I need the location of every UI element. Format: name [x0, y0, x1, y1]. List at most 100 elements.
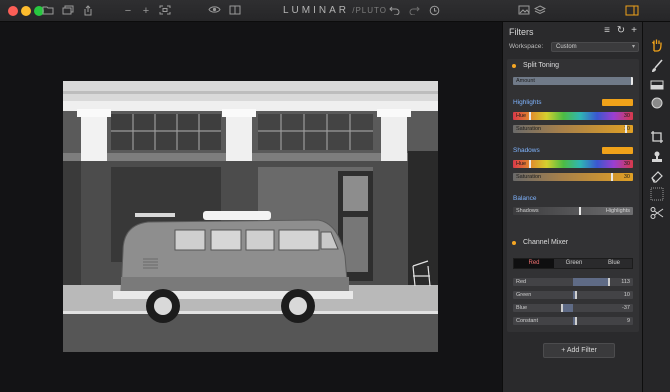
red-channel-label: Red [516, 279, 527, 285]
shadows-hue-slider[interactable]: Hue 30 [513, 160, 633, 168]
shadows-saturation-value: 30 [623, 174, 630, 180]
red-channel-fill [573, 278, 609, 286]
window-close-button[interactable] [8, 6, 18, 16]
balance-handle[interactable] [579, 207, 581, 215]
add-filter-button[interactable]: + Add Filter [543, 343, 615, 358]
green-channel-label: Green [516, 292, 532, 298]
split-toning-header[interactable]: Split Toning [507, 59, 639, 73]
shadows-hue-handle[interactable] [529, 160, 531, 168]
photo-image [63, 81, 438, 352]
shadows-color-swatch[interactable] [602, 147, 633, 154]
split-toning-title: Split Toning [523, 62, 560, 69]
refresh-icon[interactable]: ↻ [615, 25, 627, 37]
blue-channel-value: -37 [622, 305, 630, 311]
split-toning-card: Split Toning Amount Highlights Hue 30 Sa… [507, 59, 639, 250]
highlights-saturation-label: Saturation [516, 126, 542, 132]
shadows-saturation-handle[interactable] [611, 173, 613, 181]
filters-panel: Filters ≡ ↻ + Workspace: Custom ▾ Split … [502, 22, 642, 392]
zoom-out-icon[interactable]: − [120, 4, 136, 18]
green-channel-slider[interactable]: Green 10 [513, 291, 633, 299]
panel-title: Filters [509, 27, 534, 37]
highlights-hue-slider[interactable]: Hue 30 [513, 112, 633, 120]
highlights-saturation-slider[interactable]: Saturation 10 [513, 125, 633, 133]
shadows-hue-label: Hue [516, 161, 527, 167]
balance-label: Balance [513, 195, 537, 202]
stack-icon[interactable] [532, 4, 548, 18]
transform-icon[interactable] [650, 206, 664, 220]
red-channel-handle[interactable] [608, 278, 610, 286]
gradient-icon[interactable] [650, 79, 664, 93]
highlights-label: Highlights [513, 99, 542, 106]
add-filter-label: Add Filter [566, 347, 597, 354]
eraser-icon[interactable] [650, 169, 664, 183]
fit-screen-icon[interactable] [157, 4, 173, 18]
hand-icon[interactable] [650, 38, 664, 52]
zoom-in-icon[interactable]: + [138, 4, 154, 18]
workspace-select[interactable]: Custom ▾ [551, 42, 639, 52]
photo-preview [63, 81, 438, 352]
window-minimize-button[interactable] [21, 6, 31, 16]
shadows-label: Shadows [513, 147, 540, 154]
channel-tabs: Red Green Blue [513, 258, 633, 269]
filters-panel-toggle-icon[interactable] [622, 4, 642, 18]
add-icon[interactable]: + [628, 25, 640, 37]
highlights-hue-label: Hue [516, 113, 527, 119]
share-icon[interactable] [80, 4, 96, 18]
filter-enabled-dot[interactable] [512, 241, 516, 245]
layers-icon[interactable] [60, 4, 76, 18]
brush-icon[interactable] [650, 59, 664, 73]
constant-label: Constant [516, 318, 539, 324]
radial-icon[interactable] [650, 96, 664, 110]
filter-enabled-dot[interactable] [512, 64, 516, 68]
filters-panel-header: Filters ≡ ↻ + [503, 22, 643, 40]
amount-slider[interactable]: Amount [513, 77, 633, 85]
highlights-hue-handle[interactable] [529, 112, 531, 120]
workspace-label: Workspace: [509, 43, 544, 50]
constant-value: 9 [626, 318, 630, 324]
folder-icon[interactable] [40, 4, 56, 18]
shadows-saturation-slider[interactable]: Saturation 30 [513, 173, 633, 181]
compare-icon[interactable] [227, 4, 243, 18]
image-canvas[interactable] [0, 22, 502, 392]
history-icon[interactable] [426, 4, 442, 18]
shadows-saturation-label: Saturation [516, 174, 542, 180]
red-channel-slider[interactable]: Red 113 [513, 278, 633, 286]
channel-mixer-card: Channel Mixer Red Green Blue Red 113 Gre… [507, 236, 639, 332]
tab-blue[interactable]: Blue [594, 259, 634, 268]
tool-strip [642, 22, 670, 392]
clone-stamp-icon[interactable] [650, 150, 664, 164]
blue-channel-fill [562, 304, 573, 312]
balance-left-label: Shadows [516, 208, 539, 214]
red-channel-value: 113 [621, 279, 630, 285]
highlights-color-swatch[interactable] [602, 99, 633, 106]
blue-channel-label: Blue [516, 305, 528, 311]
green-channel-handle[interactable] [575, 291, 577, 299]
tab-green[interactable]: Green [554, 259, 594, 268]
constant-slider[interactable]: Constant 9 [513, 317, 633, 325]
noise-icon[interactable] [650, 187, 664, 201]
tab-red[interactable]: Red [514, 259, 554, 268]
app-title-text: LUMINAR [283, 5, 350, 16]
eye-icon[interactable] [206, 4, 222, 18]
title-bar: − + LUMINAR /PLUTO [0, 0, 670, 22]
crop-icon[interactable] [650, 130, 664, 144]
redo-icon[interactable] [406, 4, 422, 18]
undo-icon[interactable] [386, 4, 402, 18]
green-channel-value: 10 [623, 292, 630, 298]
workspace-value: Custom [556, 44, 577, 50]
app-title: LUMINAR /PLUTO [283, 5, 387, 16]
amount-handle[interactable] [631, 77, 633, 85]
image-icon[interactable] [516, 4, 532, 18]
workspace-row: Workspace: Custom ▾ [509, 42, 639, 52]
blue-channel-handle[interactable] [561, 304, 563, 312]
filter-list-icon[interactable]: ≡ [601, 25, 613, 37]
balance-slider[interactable]: Shadows Highlights [513, 207, 633, 215]
highlights-hue-value: 30 [623, 113, 630, 119]
shadows-hue-value: 30 [623, 161, 630, 167]
blue-channel-slider[interactable]: Blue -37 [513, 304, 633, 312]
constant-handle[interactable] [575, 317, 577, 325]
balance-right-label: Highlights [605, 208, 630, 214]
chevron-down-icon: ▾ [631, 44, 635, 50]
highlights-saturation-handle[interactable] [625, 125, 627, 133]
channel-mixer-header[interactable]: Channel Mixer [507, 236, 639, 250]
